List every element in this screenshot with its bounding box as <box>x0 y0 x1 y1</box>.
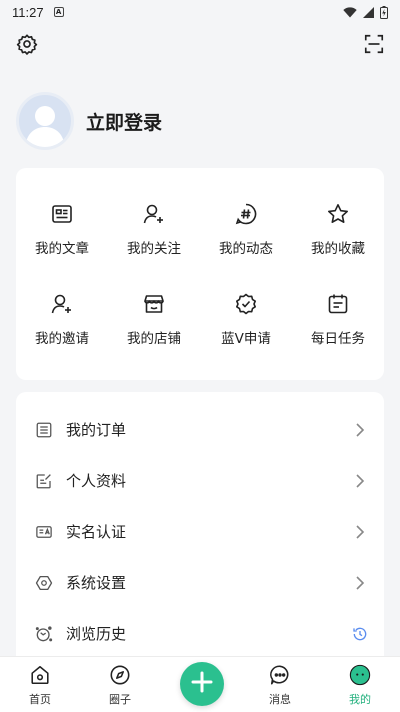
list-label: 实名认证 <box>66 523 127 541</box>
nav-label: 我的 <box>349 692 371 706</box>
grid-label: 我的动态 <box>219 241 273 257</box>
grid-item-favorites[interactable]: 我的收藏 <box>292 184 384 274</box>
status-icons <box>343 5 388 19</box>
list-item-system-settings[interactable]: 系统设置 <box>16 557 384 608</box>
verified-badge-icon <box>233 291 259 317</box>
profile-edit-icon <box>34 471 54 491</box>
scan-icon[interactable] <box>362 32 386 56</box>
nav-label: 圈子 <box>109 692 131 706</box>
list-item-id-verification[interactable]: 实名认证 <box>16 506 384 557</box>
id-card-icon <box>34 522 54 542</box>
star-icon <box>325 201 351 227</box>
grid-label: 我的店铺 <box>127 331 181 347</box>
list-item-orders[interactable]: 我的订单 <box>16 404 384 455</box>
list-item-history[interactable]: 浏览历史 <box>16 608 384 659</box>
grid-label: 我的邀请 <box>35 331 89 347</box>
list-label: 系统设置 <box>66 574 127 592</box>
nav-home[interactable]: 首页 <box>0 657 80 712</box>
history-icon <box>34 624 54 644</box>
status-bar: 11:27 A <box>0 0 400 24</box>
notification-icon: A <box>53 7 64 17</box>
list-item-profile[interactable]: 个人资料 <box>16 455 384 506</box>
grid-item-posts[interactable]: 我的动态 <box>200 184 292 274</box>
grid-item-store[interactable]: 我的店铺 <box>108 274 200 364</box>
chevron-right-icon <box>352 422 368 438</box>
grid-item-articles[interactable]: 我的文章 <box>16 184 108 274</box>
status-time: 11:27 <box>12 4 44 20</box>
chevron-right-icon <box>352 524 368 540</box>
chevron-right-icon <box>352 473 368 489</box>
wifi-icon <box>343 6 357 17</box>
feature-grid: 我的文章 我的关注 我的动态 我的收藏 我的邀请 我的店铺 蓝V申请 每日任务 <box>16 168 384 380</box>
compass-icon <box>108 663 132 687</box>
avatar[interactable] <box>16 92 74 150</box>
home-icon <box>28 663 52 687</box>
grid-item-follows[interactable]: 我的关注 <box>108 184 200 274</box>
list-label: 浏览历史 <box>66 625 127 643</box>
battery-icon <box>380 5 388 19</box>
nav-circle[interactable]: 圈子 <box>80 657 160 712</box>
message-icon <box>268 663 292 687</box>
login-link[interactable]: 立即登录 <box>86 108 162 135</box>
grid-item-verification[interactable]: 蓝V申请 <box>200 274 292 364</box>
follow-icon <box>141 201 167 227</box>
chevron-right-icon <box>352 575 368 591</box>
nav-label: 消息 <box>269 692 291 706</box>
invite-icon <box>49 291 75 317</box>
grid-label: 蓝V申请 <box>221 331 271 347</box>
me-icon <box>348 663 372 687</box>
article-icon <box>49 201 75 227</box>
clock-icon[interactable] <box>352 626 368 642</box>
list-label: 我的订单 <box>66 421 127 439</box>
grid-label: 每日任务 <box>311 331 365 347</box>
menu-list: 我的订单 个人资料 实名认证 系统设置 浏览历史 <box>16 392 384 672</box>
gear-icon[interactable] <box>15 32 39 56</box>
nav-messages[interactable]: 消息 <box>240 657 320 712</box>
grid-item-daily-tasks[interactable]: 每日任务 <box>292 274 384 364</box>
create-post-button[interactable] <box>180 662 224 706</box>
grid-item-invites[interactable]: 我的邀请 <box>16 274 108 364</box>
order-icon <box>34 420 54 440</box>
grid-label: 我的关注 <box>127 241 181 257</box>
grid-label: 我的文章 <box>35 241 89 257</box>
nav-me[interactable]: 我的 <box>320 657 400 712</box>
profile-section[interactable]: 立即登录 <box>16 92 162 150</box>
plus-icon <box>190 670 214 698</box>
hexagon-settings-icon <box>34 573 54 593</box>
list-label: 个人资料 <box>66 472 127 490</box>
store-icon <box>141 291 167 317</box>
signal-icon <box>363 6 374 18</box>
calendar-task-icon <box>325 291 351 317</box>
grid-label: 我的收藏 <box>311 241 365 257</box>
nav-label: 首页 <box>29 692 51 706</box>
hashtag-icon <box>233 201 259 227</box>
